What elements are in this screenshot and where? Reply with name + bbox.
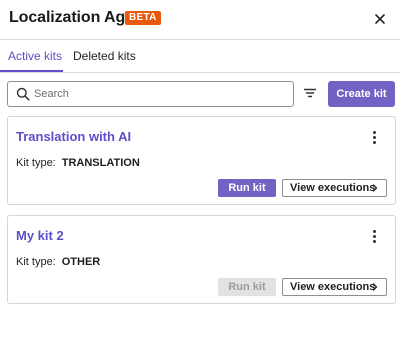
run-kit-button[interactable]: Run kit (218, 179, 276, 197)
search-icon (16, 87, 30, 101)
panel-header: Localization Agent BETA (0, 0, 400, 39)
filter-icon[interactable] (303, 86, 317, 100)
tabs-divider (0, 72, 400, 73)
search-box[interactable] (7, 81, 294, 107)
chevron-right-icon (372, 283, 378, 291)
chevron-right-icon (372, 184, 378, 192)
kit-type-label: Kit type: (16, 157, 56, 169)
kit-type-row: Kit type: TRANSLATION (16, 157, 140, 169)
kit-type-value: TRANSLATION (61, 157, 140, 169)
kit-name[interactable]: My kit 2 (16, 228, 64, 243)
more-options-icon[interactable] (372, 230, 378, 244)
view-executions-button[interactable]: View executions (282, 179, 387, 197)
kit-type-label: Kit type: (16, 256, 56, 268)
view-executions-button[interactable]: View executions (282, 278, 387, 296)
run-kit-button: Run kit (218, 278, 276, 296)
view-executions-label: View executions (290, 182, 376, 194)
kit-type-row: Kit type: OTHER (16, 256, 100, 268)
search-input[interactable] (34, 85, 284, 103)
tab-deleted-kits[interactable]: Deleted kits (73, 49, 136, 63)
kit-card: My kit 2 Kit type: OTHER Run kit View exe… (7, 215, 396, 304)
beta-badge: BETA (125, 11, 161, 25)
tab-bar: Active kits Deleted kits (0, 40, 400, 72)
kit-name[interactable]: Translation with AI (16, 129, 131, 144)
kit-card: Translation with AI Kit type: TRANSLATION… (7, 116, 396, 205)
tab-active-kits[interactable]: Active kits (8, 49, 62, 63)
close-icon[interactable] (372, 11, 388, 27)
view-executions-label: View executions (290, 281, 376, 293)
create-kit-button[interactable]: Create kit (328, 81, 395, 107)
more-options-icon[interactable] (372, 131, 378, 145)
kit-type-value: OTHER (61, 256, 101, 268)
